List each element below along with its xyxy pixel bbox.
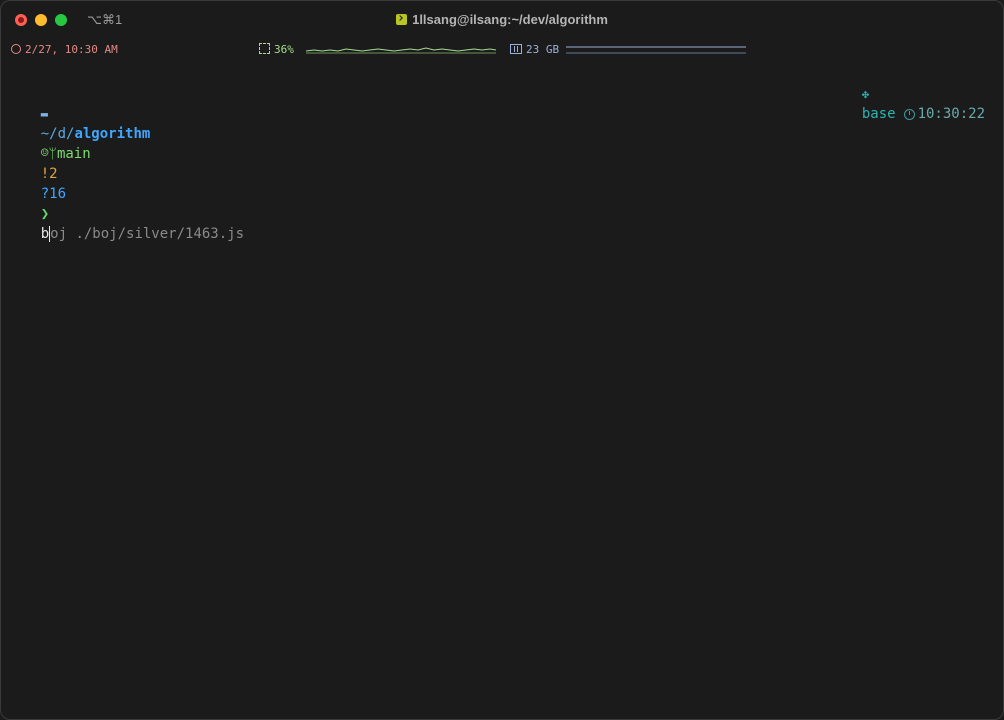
command-autosuggestion: oj ./boj/silver/1463.js xyxy=(50,226,245,242)
shell-prompt-line[interactable]: ▬ ~/d/algorithm ☺ᛘmain !2 ?16 ❯ boj ./bo… xyxy=(7,64,997,242)
memory-icon xyxy=(510,44,522,54)
cpu-usage-graph xyxy=(306,47,496,54)
python-icon: ✤ xyxy=(861,87,870,101)
clock-icon xyxy=(903,108,915,120)
terminal-icon xyxy=(396,14,408,25)
cpu-status: 36% xyxy=(259,43,294,56)
command-input[interactable]: boj ./boj/silver/1463.js xyxy=(41,226,244,242)
right-prompt: ✤ base 10:30:22 xyxy=(811,64,985,144)
status-bar: 2/27, 10:30 AM 36% 23 GB xyxy=(1,41,1003,57)
window-title-text: 1llsang@ilsang:~/dev/algorithm xyxy=(412,12,608,27)
memory-usage-graph xyxy=(566,46,746,54)
path-current-dir: algorithm xyxy=(74,126,151,142)
folder-icon: ▬ xyxy=(40,107,48,121)
datetime-text: 2/27, 10:30 AM xyxy=(25,43,118,56)
github-icon: ☺ xyxy=(40,146,49,161)
window-title: 1llsang@ilsang:~/dev/algorithm xyxy=(1,12,1003,27)
conda-env-name: base xyxy=(861,106,896,122)
clock-icon xyxy=(11,44,21,54)
cpu-percent-text: 36% xyxy=(274,43,294,56)
prompt-time: 10:30:22 xyxy=(917,106,985,122)
git-branch-name: main xyxy=(56,146,91,162)
path-prefix: ~/d/ xyxy=(40,126,75,142)
memory-text: 23 GB xyxy=(526,43,560,56)
git-branch-icon: ᛘ xyxy=(48,146,57,162)
cpu-icon xyxy=(259,43,270,54)
git-modified-count: !2 xyxy=(40,166,58,182)
datetime-status: 2/27, 10:30 AM xyxy=(11,43,118,56)
memory-status: 23 GB xyxy=(510,43,559,56)
terminal-window: ⌥⌘1 1llsang@ilsang:~/dev/algorithm 2/27,… xyxy=(0,0,1004,720)
command-typed-text: b xyxy=(40,226,50,242)
prompt-char: ❯ xyxy=(40,206,50,222)
git-untracked-count: ?16 xyxy=(40,186,67,202)
title-bar[interactable]: ⌥⌘1 1llsang@ilsang:~/dev/algorithm xyxy=(1,1,1003,39)
